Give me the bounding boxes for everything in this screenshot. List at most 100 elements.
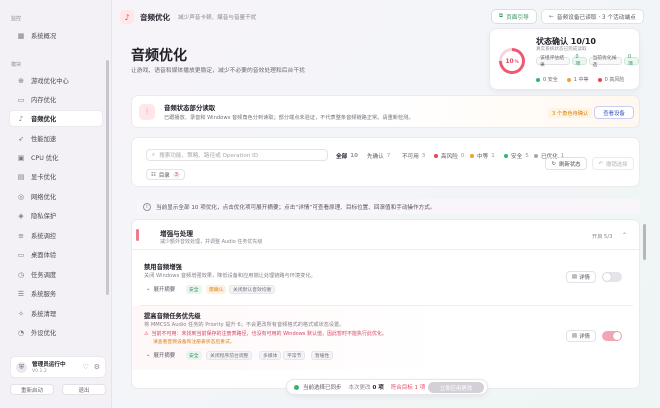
sidebar-item-label: CPU 优化	[31, 155, 59, 162]
details-button[interactable]: ▤ 详情	[566, 271, 596, 283]
changes-label: 本次更改	[348, 385, 371, 391]
privacy-icon: ◈	[18, 211, 24, 220]
filter-confirm[interactable]: 先确认 7	[367, 152, 390, 160]
legend-label: 1 中等	[573, 77, 589, 83]
legend-label: 0 安全	[543, 77, 558, 83]
sidebar-item-privacy[interactable]: ◈ 隐私保护	[10, 208, 102, 223]
section-header[interactable]: 增强与处理 减少额外音效处理，并调整 Audio 任务优先级 开启 5/3 ⌃	[132, 220, 639, 250]
undo-selection-button[interactable]: ↶ 撤销选择	[592, 157, 634, 170]
schedule-icon: ◷	[17, 270, 25, 279]
sidebar-item-network[interactable]: ◎ 网络优化	[10, 189, 102, 204]
shield-icon: ⛨	[16, 361, 27, 373]
list-item[interactable]: 提高音频任务优先级 将 MMCSS Audio 任务的 Priority 提升 …	[132, 306, 639, 370]
search-placeholder: 搜索功能、策略、路径或 Operation ID	[159, 153, 259, 159]
section-count: 开启 5/3	[592, 234, 613, 240]
restart-button[interactable]: 重新启动	[10, 384, 54, 395]
device-status-pill[interactable]: ← 音频设备已读取 · 3 个活动端点	[541, 9, 644, 24]
refresh-status-button[interactable]: ↻ 刷新状态	[545, 157, 587, 170]
admin-status-card: ⛨ 管理员运行中 V0.1.2 ♡ ⚙	[10, 356, 106, 378]
search-input[interactable]: ⌕ 搜索功能、策略、路径或 Operation ID	[146, 149, 328, 161]
high-dot-icon	[597, 77, 602, 82]
sidebar-item-memory[interactable]: ▭ 内存优化	[10, 92, 102, 107]
sidebar-item-clean[interactable]: ✧ 系统清理	[10, 306, 102, 321]
topbar-subtitle: 减少声音卡顿、爆音与音量干扰	[178, 15, 257, 21]
item-title: 提高音频任务优先级	[144, 313, 201, 320]
details-label: 详情	[579, 275, 590, 281]
sidebar-item-label: 系统调控	[31, 233, 57, 240]
status-tag: 当前优化候选	[588, 56, 623, 68]
filter-unavailable[interactable]: 不可用 3	[402, 152, 425, 160]
filter-high-risk[interactable]: 高风险 0	[434, 152, 464, 160]
expand-summary-button[interactable]: ⌄ 展开摘要	[146, 351, 175, 359]
legend-safe: 0 安全	[536, 76, 558, 83]
search-filter-card: ⌕ 搜索功能、策略、路径或 Operation ID 全部 10 先确认 7 不可用…	[131, 137, 640, 187]
filter-safe[interactable]: 安全 5	[504, 152, 529, 160]
info-text: 当前显示全部 10 项优化，点击优化项可展开摘要；点击“详情”可查看原理、目标位…	[156, 204, 436, 211]
tag-detail: 多媒体	[259, 351, 282, 360]
sidebar-item-label: 隐私保护	[31, 213, 57, 220]
admin-version: V0.1.2	[32, 369, 47, 374]
sidebar-item-gpu[interactable]: ▤ 显卡优化	[10, 169, 102, 184]
bottom-action-bar: 当前选择已同步 本次更改 0 项 符合目标 1 项 立即应用更改	[286, 379, 488, 395]
details-button[interactable]: ▤ 详情	[566, 330, 596, 342]
sidebar-item-tune[interactable]: ≡ 系统调控	[10, 228, 102, 243]
collapse-icon[interactable]: ⌃	[622, 232, 627, 239]
view-devices-button[interactable]: 查看设备	[594, 106, 634, 119]
filter-label: 全部	[336, 154, 348, 160]
sidebar-group-modules: 模块	[11, 62, 22, 68]
status-ring-value: 10%	[502, 51, 522, 71]
toggle-knob	[603, 273, 611, 281]
filter-count: 3	[421, 153, 426, 159]
catalog-icon: ☷	[151, 171, 156, 178]
warning-title: 音频状态部分读取	[164, 104, 216, 112]
chevron-down-icon: ⌄	[146, 352, 151, 358]
sidebar-item-game[interactable]: ⊕ 游戏优化中心	[10, 73, 102, 88]
toggle-switch[interactable]	[602, 331, 622, 341]
sidebar-item-schedule[interactable]: ◷ 任务调度	[10, 267, 102, 282]
filter-label: 不可用	[402, 154, 419, 160]
audio-status-warning: ⦙ 音频状态部分读取 已跟播放、录音和 Windows 音频角色分到读取；部分端…	[131, 95, 640, 128]
catalog-button[interactable]: ☷ 目录 3	[146, 169, 186, 180]
sidebar-scrollbar[interactable]	[106, 60, 109, 295]
toggle-switch[interactable]	[602, 272, 622, 282]
device-status-label: 音频设备已读取 · 3 个活动端点	[556, 15, 636, 21]
search-icon: ⌕	[152, 151, 156, 158]
sidebar-item-label: 系统清理	[31, 311, 57, 318]
apply-changes-button[interactable]: 立即应用更改	[428, 382, 484, 393]
chart-icon: ▦	[17, 31, 25, 40]
filter-count: 0	[460, 153, 465, 159]
sidebar-item-label: 桌面体验	[31, 252, 57, 259]
list-item[interactable]: 禁用音频增强 关闭 Windows 音频增强效果，降低设备和应用端让处理链路与环…	[132, 250, 639, 302]
expand-summary-button[interactable]: ⌄ 展开摘要	[146, 285, 175, 293]
sidebar-item-audio[interactable]: ♪ 音频优化	[10, 111, 102, 126]
filter-all[interactable]: 全部 10	[336, 152, 358, 160]
sidebar-item-services[interactable]: ☰ 系统服务	[10, 286, 102, 301]
changes-count: 0 项	[372, 385, 384, 391]
pending-roles-badge: 3 个角色待确认	[548, 108, 593, 118]
sidebar-item-desktop[interactable]: ▭ 桌面体验	[10, 247, 102, 262]
heart-icon[interactable]: ♡	[82, 363, 88, 371]
page-guide-button[interactable]: ⧉ 页面引导	[491, 9, 537, 24]
filter-count: 5	[525, 153, 529, 159]
sidebar-item-overview[interactable]: ▦ 系统概况	[10, 28, 102, 43]
toggle-knob	[613, 332, 621, 340]
sidebar-item-label: 游戏优化中心	[31, 78, 69, 85]
sidebar-item-peripheral[interactable]: ◔ 外设优化	[10, 325, 102, 340]
status-tag: 该组评估结果	[536, 56, 570, 68]
gear-icon[interactable]: ⚙	[94, 363, 100, 371]
sidebar-item-label: 系统服务	[31, 291, 57, 298]
refresh-icon: ↻	[551, 160, 556, 167]
item-desc: 关闭 Windows 音频增强效果，降低设备和应用端让处理链路与环境变化。	[144, 273, 316, 279]
tag-detail: 关闭默认音效均衡	[229, 285, 276, 294]
audio-icon: ♪	[18, 114, 24, 123]
ring-value: 10	[505, 57, 514, 65]
sidebar-item-cpu[interactable]: ▣ CPU 优化	[10, 150, 102, 165]
exit-button[interactable]: 退出	[62, 384, 106, 395]
sidebar-item-performance[interactable]: ➶ 性能加速	[10, 131, 102, 146]
tag-detail: 平常节	[283, 351, 306, 360]
status-tags: 该组评估结果 0项 当前优化候选 0项	[536, 55, 639, 68]
filter-medium[interactable]: 中等 1	[470, 152, 495, 160]
admin-title: 管理员运行中	[32, 362, 66, 368]
main-scrollbar[interactable]	[643, 224, 646, 260]
legend-medium: 1 中等	[566, 76, 589, 83]
